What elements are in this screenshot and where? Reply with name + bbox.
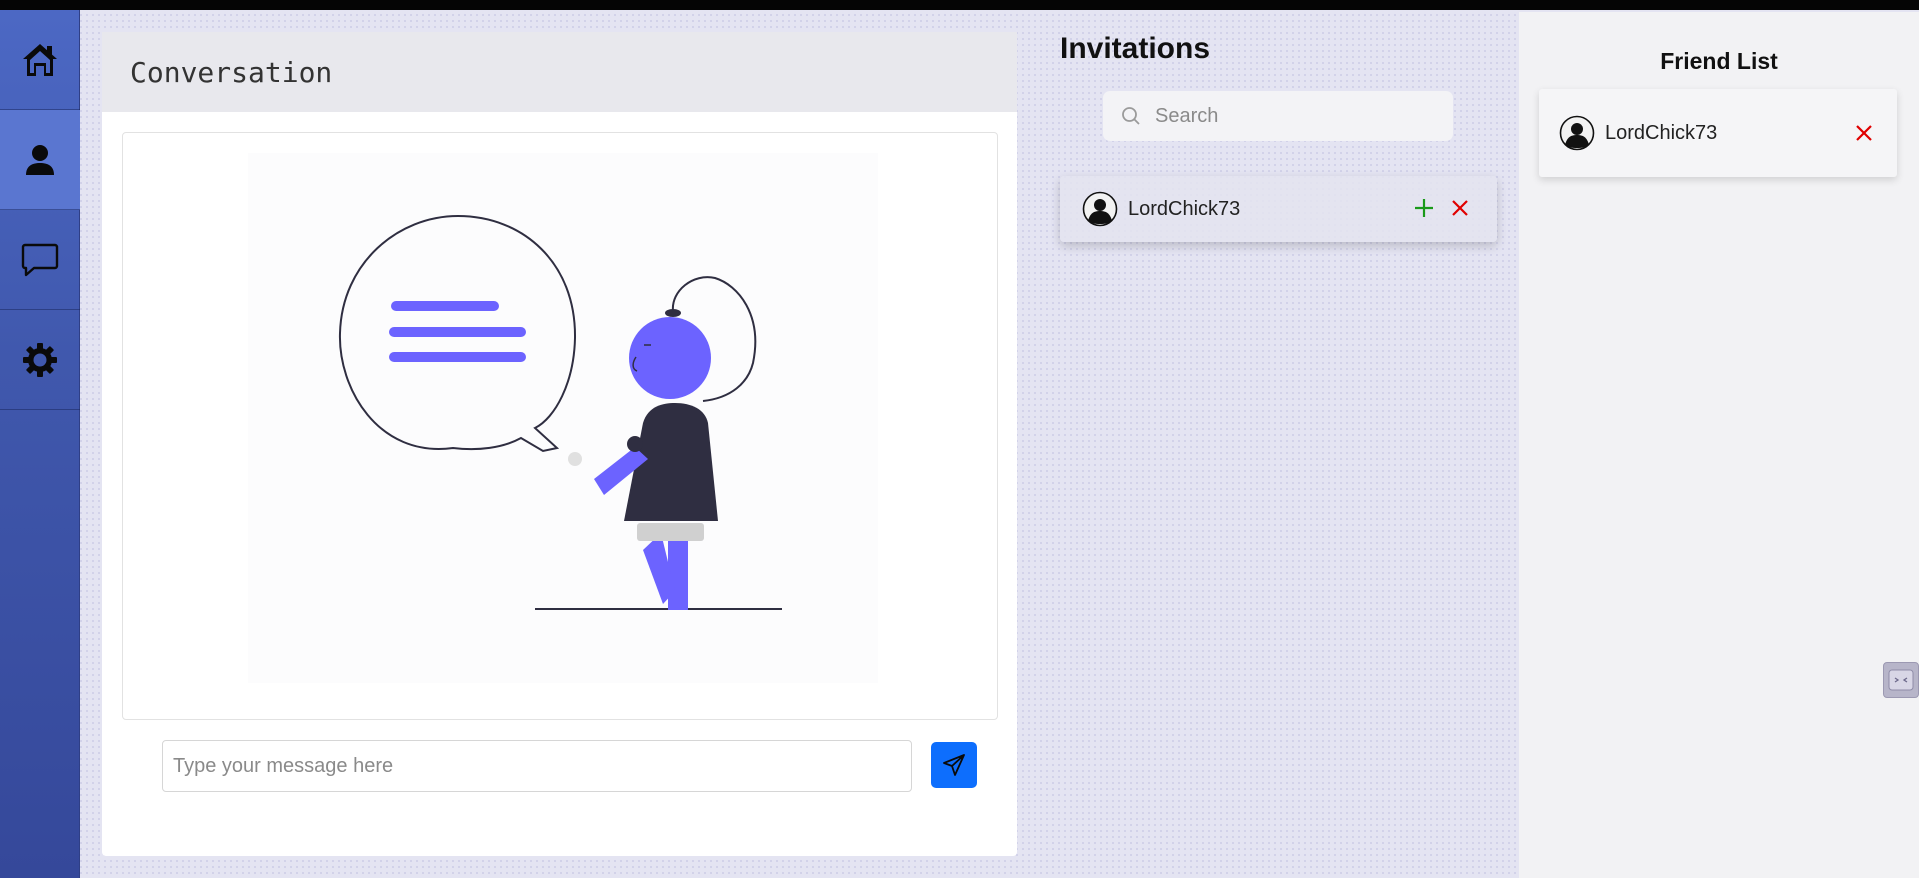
invitation-item: LordChick73 [1060, 176, 1497, 242]
friend-list-panel: Friend List LordChick73 [1519, 12, 1919, 878]
sidebar-item-home[interactable] [0, 10, 80, 110]
close-icon [1856, 125, 1872, 141]
decline-invitation-button[interactable] [1449, 194, 1471, 222]
sidebar-item-settings[interactable] [0, 310, 80, 410]
conversation-illustration [122, 132, 998, 720]
conversation-title: Conversation [130, 55, 333, 89]
conversation-header: Conversation [102, 32, 1017, 112]
invitations-title: Invitations [1060, 32, 1211, 65]
message-input[interactable] [162, 740, 912, 792]
search-icon [1122, 107, 1140, 125]
sidebar [0, 10, 80, 878]
avatar [1082, 191, 1118, 227]
home-icon [23, 43, 57, 76]
send-icon [943, 754, 965, 776]
user-icon [26, 144, 54, 175]
remove-friend-button[interactable] [1853, 119, 1875, 147]
accept-invitation-button[interactable] [1413, 194, 1435, 222]
sidebar-item-profile[interactable] [0, 110, 80, 210]
widget-icon [1888, 669, 1914, 691]
avatar [1559, 115, 1595, 151]
chat-illustration [248, 153, 878, 683]
friend-item: LordChick73 [1539, 89, 1897, 177]
search-input[interactable] [1155, 104, 1435, 128]
invitation-username: LordChick73 [1128, 197, 1241, 220]
chat-icon [21, 243, 59, 276]
floating-widget[interactable] [1883, 662, 1919, 698]
search-box[interactable] [1103, 91, 1453, 141]
send-button[interactable] [931, 742, 977, 788]
gear-icon [23, 342, 57, 377]
close-icon [1452, 200, 1468, 216]
sidebar-item-chat[interactable] [0, 210, 80, 310]
conversation-body [102, 112, 1017, 856]
friend-list-title: Friend List [1660, 48, 1778, 74]
friend-username: LordChick73 [1605, 121, 1718, 144]
top-bar [0, 0, 1919, 10]
plus-icon [1415, 199, 1433, 217]
